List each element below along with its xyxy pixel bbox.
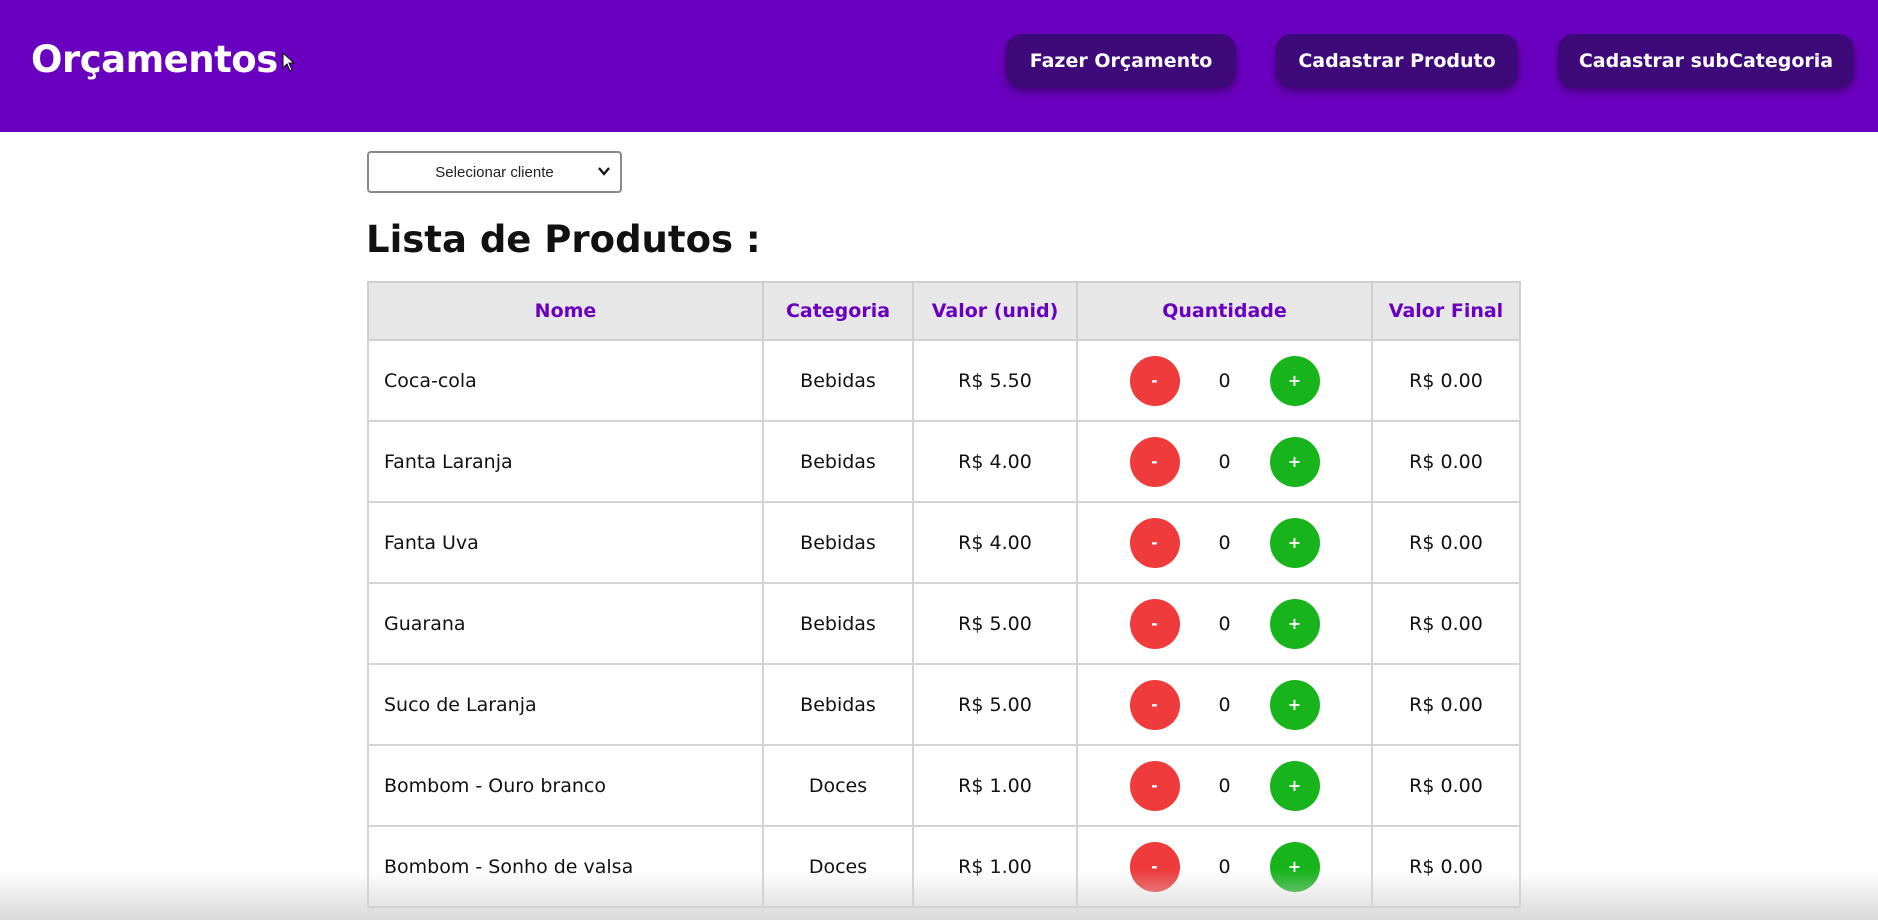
product-name: Fanta Laranja <box>367 420 764 503</box>
column-header-categoria: Categoria <box>762 281 914 341</box>
brand-title[interactable]: Orçamentos <box>31 38 278 81</box>
product-category: Bebidas <box>762 339 914 422</box>
quantity-stepper: - 0 + <box>1078 355 1371 406</box>
quantity-value: 0 <box>1218 612 1231 635</box>
decrease-quantity-button[interactable]: - <box>1129 355 1180 406</box>
quantity-stepper: - 0 + <box>1078 760 1371 811</box>
table-header-row: Nome Categoria Valor (unid) Quantidade V… <box>367 281 1521 341</box>
product-unit-price: R$ 5.50 <box>912 339 1078 422</box>
quantity-cell: - 0 + <box>1076 825 1373 908</box>
product-unit-price: R$ 1.00 <box>912 825 1078 908</box>
increase-quantity-button[interactable]: + <box>1269 517 1320 568</box>
product-final-value: R$ 0.00 <box>1371 825 1521 908</box>
decrease-quantity-button[interactable]: - <box>1129 517 1180 568</box>
quantity-cell: - 0 + <box>1076 744 1373 827</box>
product-final-value: R$ 0.00 <box>1371 501 1521 584</box>
decrease-quantity-button[interactable]: - <box>1129 436 1180 487</box>
table-row: Bombom - Ouro branco Doces R$ 1.00 - 0 +… <box>367 744 1521 827</box>
cadastrar-produto-button[interactable]: Cadastrar Produto <box>1276 34 1518 88</box>
product-name: Fanta Uva <box>367 501 764 584</box>
quantity-cell: - 0 + <box>1076 582 1373 665</box>
decrease-quantity-button[interactable]: - <box>1129 598 1180 649</box>
product-final-value: R$ 0.00 <box>1371 339 1521 422</box>
product-name: Guarana <box>367 582 764 665</box>
column-header-quantidade: Quantidade <box>1076 281 1373 341</box>
quantity-stepper: - 0 + <box>1078 841 1371 892</box>
quantity-value: 0 <box>1218 774 1231 797</box>
table-row: Coca-cola Bebidas R$ 5.50 - 0 + R$ 0.00 <box>367 339 1521 422</box>
quantity-stepper: - 0 + <box>1078 679 1371 730</box>
quantity-value: 0 <box>1218 693 1231 716</box>
cadastrar-subcategoria-button[interactable]: Cadastrar subCategoria <box>1558 34 1854 88</box>
quantity-cell: - 0 + <box>1076 420 1373 503</box>
chevron-down-icon <box>598 167 610 176</box>
table-row: Guarana Bebidas R$ 5.00 - 0 + R$ 0.00 <box>367 582 1521 665</box>
quantity-stepper: - 0 + <box>1078 436 1371 487</box>
product-category: Doces <box>762 744 914 827</box>
quantity-value: 0 <box>1218 369 1231 392</box>
increase-quantity-button[interactable]: + <box>1269 598 1320 649</box>
table-row: Fanta Laranja Bebidas R$ 4.00 - 0 + R$ 0… <box>367 420 1521 503</box>
increase-quantity-button[interactable]: + <box>1269 841 1320 892</box>
page-title: Lista de Produtos : <box>366 218 761 261</box>
product-unit-price: R$ 4.00 <box>912 501 1078 584</box>
increase-quantity-button[interactable]: + <box>1269 436 1320 487</box>
product-name: Coca-cola <box>367 339 764 422</box>
column-header-valor-unid: Valor (unid) <box>912 281 1078 341</box>
product-final-value: R$ 0.00 <box>1371 744 1521 827</box>
product-unit-price: R$ 1.00 <box>912 744 1078 827</box>
product-category: Doces <box>762 825 914 908</box>
product-name: Suco de Laranja <box>367 663 764 746</box>
quantity-stepper: - 0 + <box>1078 598 1371 649</box>
quantity-value: 0 <box>1218 531 1231 554</box>
product-final-value: R$ 0.00 <box>1371 420 1521 503</box>
table-row: Bombom - Sonho de valsa Doces R$ 1.00 - … <box>367 825 1521 908</box>
table-row: Fanta Uva Bebidas R$ 4.00 - 0 + R$ 0.00 <box>367 501 1521 584</box>
products-table: Nome Categoria Valor (unid) Quantidade V… <box>367 281 1521 908</box>
client-select[interactable]: Selecionar cliente <box>367 151 622 193</box>
increase-quantity-button[interactable]: + <box>1269 679 1320 730</box>
decrease-quantity-button[interactable]: - <box>1129 679 1180 730</box>
quantity-cell: - 0 + <box>1076 663 1373 746</box>
quantity-cell: - 0 + <box>1076 501 1373 584</box>
column-header-valor-final: Valor Final <box>1371 281 1521 341</box>
client-select-value: Selecionar cliente <box>435 163 554 181</box>
quantity-value: 0 <box>1218 450 1231 473</box>
quantity-value: 0 <box>1218 855 1231 878</box>
product-category: Bebidas <box>762 501 914 584</box>
increase-quantity-button[interactable]: + <box>1269 760 1320 811</box>
table-row: Suco de Laranja Bebidas R$ 5.00 - 0 + R$… <box>367 663 1521 746</box>
product-name: Bombom - Ouro branco <box>367 744 764 827</box>
product-final-value: R$ 0.00 <box>1371 582 1521 665</box>
top-header: Orçamentos Fazer Orçamento Cadastrar Pro… <box>0 0 1878 132</box>
product-unit-price: R$ 4.00 <box>912 420 1078 503</box>
product-name: Bombom - Sonho de valsa <box>367 825 764 908</box>
mouse-pointer-icon <box>282 52 296 72</box>
increase-quantity-button[interactable]: + <box>1269 355 1320 406</box>
product-category: Bebidas <box>762 582 914 665</box>
decrease-quantity-button[interactable]: - <box>1129 760 1180 811</box>
decrease-quantity-button[interactable]: - <box>1129 841 1180 892</box>
fazer-orcamento-button[interactable]: Fazer Orçamento <box>1006 34 1236 88</box>
quantity-cell: - 0 + <box>1076 339 1373 422</box>
quantity-stepper: - 0 + <box>1078 517 1371 568</box>
product-category: Bebidas <box>762 420 914 503</box>
product-unit-price: R$ 5.00 <box>912 582 1078 665</box>
product-final-value: R$ 0.00 <box>1371 663 1521 746</box>
product-unit-price: R$ 5.00 <box>912 663 1078 746</box>
product-category: Bebidas <box>762 663 914 746</box>
column-header-nome: Nome <box>367 281 764 341</box>
